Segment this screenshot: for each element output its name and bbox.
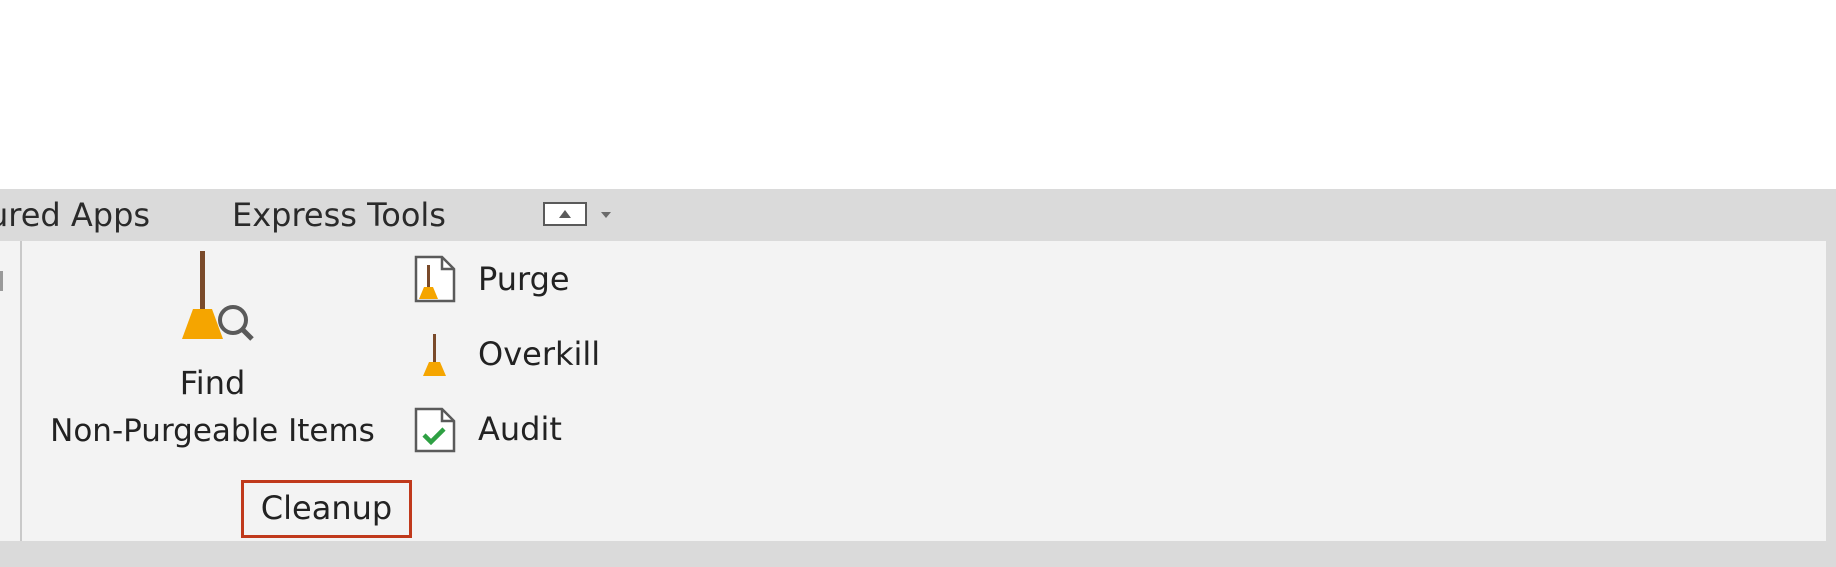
overkill-label: Overkill (478, 335, 601, 373)
tab-featured-apps[interactable]: ured Apps (0, 189, 150, 241)
purge-document-icon (414, 255, 456, 303)
find-label: Find (179, 364, 246, 402)
ribbon-panel: Find Non-Purgeable Items Purge Overkill (0, 241, 1826, 541)
non-purgeable-items-label: Non-Purgeable Items (50, 413, 375, 449)
purge-label: Purge (478, 260, 570, 298)
audit-button[interactable]: Audit (412, 399, 632, 459)
purge-button[interactable]: Purge (412, 249, 632, 309)
tab-express-tools[interactable]: Express Tools (232, 189, 446, 241)
broom-icon (423, 334, 446, 376)
overkill-button[interactable]: Overkill (412, 324, 632, 384)
ribbon-right-edge (1826, 241, 1836, 567)
audit-label: Audit (478, 410, 562, 448)
ribbon-tab-bar: ured Apps Express Tools (0, 189, 1836, 241)
panel-divider (0, 271, 3, 291)
audit-check-icon (414, 407, 456, 453)
broom-magnifier-icon (182, 251, 254, 341)
ribbon: ured Apps Express Tools Find Non-Purgeab… (0, 189, 1836, 567)
cleanup-group-label[interactable]: Cleanup (241, 480, 412, 538)
ribbon-minimize-control[interactable] (543, 201, 623, 229)
chevron-down-icon (601, 212, 611, 218)
find-non-purgeable-items-button[interactable]: Find Non-Purgeable Items (35, 247, 390, 462)
panel-minimize-icon (543, 202, 611, 226)
panel-separator (20, 241, 22, 541)
